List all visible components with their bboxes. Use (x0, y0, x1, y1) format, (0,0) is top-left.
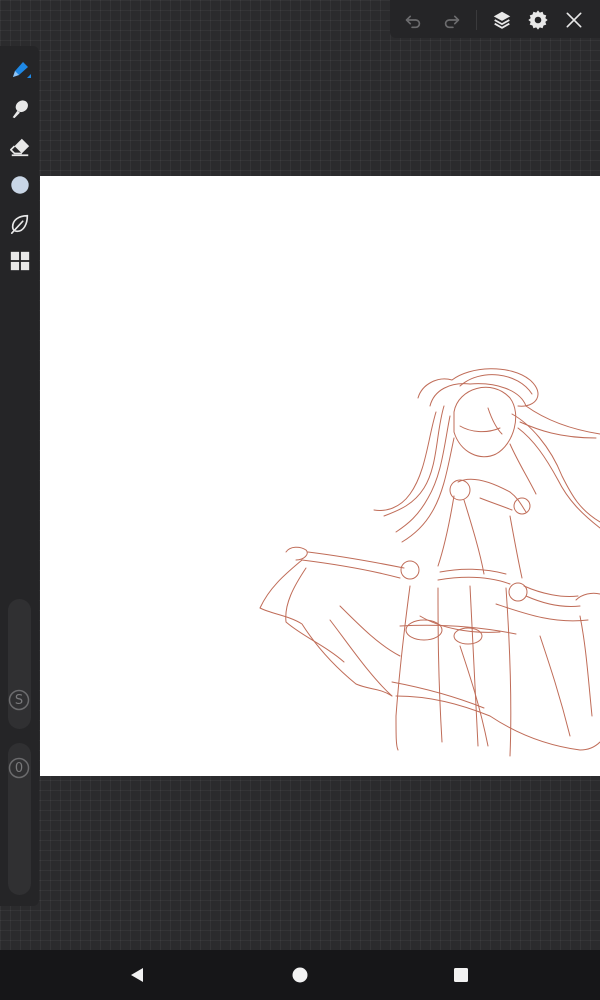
opacity-slider-badge: 0 (8, 757, 30, 779)
tool-sidebar: S 0 (0, 46, 39, 906)
undo-icon[interactable] (400, 7, 426, 33)
redo-icon[interactable] (439, 7, 465, 33)
system-navigation-bar (0, 950, 600, 1000)
opacity-slider-label: 0 (14, 760, 24, 776)
layers-icon[interactable] (489, 7, 515, 33)
top-toolbar (390, 0, 600, 38)
size-slider-label: S (14, 692, 24, 708)
recents-icon[interactable] (449, 963, 473, 987)
sketch-drawing (259, 368, 600, 757)
toolbar-divider (476, 10, 477, 30)
drawing-canvas[interactable] (40, 176, 600, 776)
color-icon[interactable] (7, 172, 33, 198)
close-icon[interactable] (561, 7, 587, 33)
grid-icon[interactable] (7, 248, 33, 274)
gear-icon[interactable] (525, 7, 551, 33)
home-icon[interactable] (288, 963, 312, 987)
leaf-icon[interactable] (7, 211, 33, 237)
back-icon[interactable] (125, 963, 149, 987)
smudge-icon[interactable] (7, 96, 33, 122)
eraser-icon[interactable] (7, 134, 33, 160)
size-slider-badge: S (8, 689, 30, 711)
brush-icon[interactable] (7, 57, 33, 83)
